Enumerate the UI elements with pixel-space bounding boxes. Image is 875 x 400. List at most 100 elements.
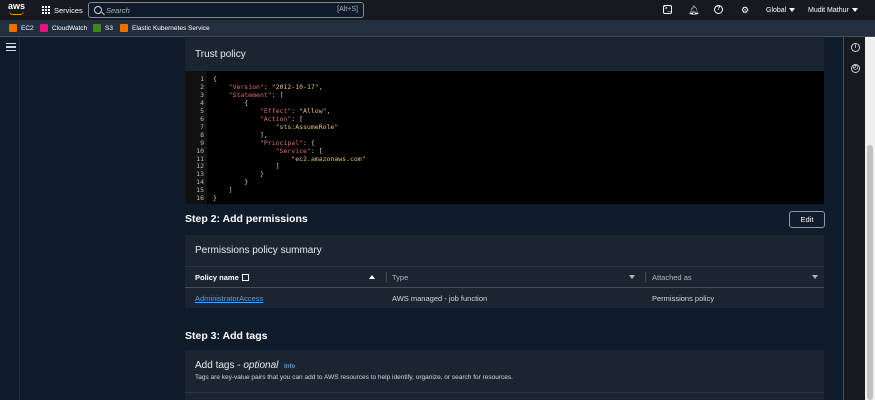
- favorite-label: Elastic Kubernetes Service: [132, 24, 210, 32]
- settings-gear-icon[interactable]: ⚙︎: [740, 5, 750, 15]
- add-tags-description: Tags are key-value pairs that you can ad…: [195, 374, 513, 381]
- external-link-icon: [241, 273, 249, 281]
- line-number: 15: [196, 186, 204, 195]
- line-number: 7: [200, 122, 204, 131]
- left-rail: [0, 37, 20, 400]
- column-label: Attached as: [652, 272, 692, 282]
- favorite-label: EC2: [21, 24, 34, 32]
- code-line: 10 "Service": [: [185, 147, 824, 155]
- code-text: ],: [213, 130, 268, 139]
- edit-permissions-button[interactable]: Edit: [789, 211, 825, 228]
- line-number: 6: [200, 114, 204, 123]
- line-number: 9: [200, 138, 204, 147]
- search-box[interactable]: [Alt+S]: [88, 2, 364, 18]
- column-header-attached-as[interactable]: Attached as: [652, 268, 818, 286]
- permissions-summary-title: Permissions policy summary: [195, 245, 322, 256]
- history-clock-icon[interactable]: ◴: [851, 64, 860, 73]
- code-text: }: [213, 178, 249, 187]
- code-line: 14 }: [185, 178, 824, 186]
- column-header-type[interactable]: Type: [392, 268, 635, 286]
- favorite-s3[interactable]: S3: [93, 24, 113, 32]
- line-number: 10: [196, 146, 204, 155]
- notifications-bell-icon[interactable]: 🔔︎: [688, 5, 699, 15]
- sort-ascending-icon: [369, 275, 375, 279]
- code-line: 16}: [185, 194, 824, 202]
- code-text: ]: [213, 186, 233, 195]
- aws-logo[interactable]: aws: [8, 2, 28, 18]
- user-name: Mudit Mathur: [808, 6, 849, 14]
- line-number: 16: [196, 194, 204, 203]
- code-text: "Principal": {: [259, 138, 315, 147]
- eks-service-icon: [120, 24, 128, 32]
- line-number: 14: [196, 178, 204, 187]
- info-panel-icon[interactable]: i: [851, 43, 860, 52]
- menu-hamburger-icon[interactable]: [6, 43, 16, 51]
- divider: [185, 287, 824, 288]
- sort-icon: [629, 275, 635, 279]
- aws-logo-text: aws: [8, 1, 26, 11]
- info-link[interactable]: Info: [284, 364, 295, 370]
- line-number: 4: [200, 98, 204, 107]
- line-number: 11: [196, 154, 204, 163]
- code-text: "Service": [: [275, 146, 323, 155]
- cloudwatch-service-icon: [40, 24, 48, 32]
- top-navigation: aws Services [Alt+S] >_ 🔔︎ ? ⚙︎ Global M…: [0, 0, 875, 20]
- trust-policy-title: Trust policy: [195, 49, 246, 60]
- column-label: Type: [392, 272, 409, 282]
- attached-as-cell: Permissions policy: [652, 293, 715, 303]
- code-line: 13 }: [185, 170, 824, 178]
- code-text: {: [213, 75, 217, 83]
- line-number: 13: [196, 170, 204, 179]
- line-number: 12: [196, 162, 204, 171]
- page-scrollbar[interactable]: [865, 37, 875, 400]
- trust-policy-header: Trust policy: [185, 38, 824, 71]
- code-text: }: [213, 170, 264, 179]
- code-text: "Version": "2012-10-17",: [228, 82, 323, 91]
- line-number: 3: [200, 90, 204, 99]
- chevron-down-icon: [851, 8, 858, 12]
- cloudshell-icon[interactable]: >_: [663, 5, 672, 14]
- search-shortcut-hint: [Alt+S]: [337, 6, 358, 13]
- add-tags-title-text: Add tags -: [195, 360, 244, 371]
- policy-name-link[interactable]: AdministratorAccess: [195, 294, 263, 303]
- line-number: 2: [200, 82, 204, 91]
- code-text: ]: [213, 162, 280, 171]
- code-line: 3 "Statement": [: [185, 91, 824, 99]
- code-text: }: [213, 194, 217, 203]
- right-utility-rail: i ◴: [843, 37, 865, 400]
- code-line: 8 ],: [185, 131, 824, 139]
- code-text: "Action": [: [259, 114, 304, 123]
- favorite-eks[interactable]: Elastic Kubernetes Service: [120, 24, 210, 32]
- account-menu[interactable]: Mudit Mathur: [808, 0, 858, 20]
- help-icon[interactable]: ?: [714, 5, 723, 14]
- code-text: {: [213, 98, 249, 107]
- favorite-label: CloudWatch: [52, 24, 88, 32]
- search-icon: [94, 6, 102, 14]
- trust-policy-code-editor[interactable]: 1{2 "Version": "2012-10-17", 3 "Statement…: [185, 71, 824, 204]
- search-input[interactable]: [106, 5, 326, 16]
- policy-type-cell: AWS managed - job function: [392, 293, 488, 303]
- ec2-service-icon: [9, 24, 17, 32]
- column-label: Policy name: [195, 272, 239, 282]
- code-line: 12 ]: [185, 162, 824, 170]
- column-header-policy-name[interactable]: Policy name: [195, 268, 380, 286]
- s3-service-icon: [93, 24, 101, 32]
- code-line: 4 {: [185, 99, 824, 107]
- favorite-cloudwatch[interactable]: CloudWatch: [40, 24, 87, 32]
- favorite-ec2[interactable]: EC2: [9, 24, 34, 32]
- scrollbar-thumb[interactable]: [867, 145, 873, 400]
- code-text: "Statement": [: [228, 90, 284, 99]
- favorite-label: S3: [105, 24, 113, 32]
- optional-label: optional: [243, 360, 279, 371]
- code-line: 9 "Principal": {: [185, 139, 824, 147]
- region-selector[interactable]: Global: [766, 0, 796, 20]
- divider: [185, 266, 824, 267]
- code-line: 2 "Version": "2012-10-17",: [185, 83, 824, 91]
- line-number: 8: [200, 130, 204, 139]
- favorites-bar: EC2 CloudWatch S3 Elastic Kubernetes Ser…: [0, 20, 875, 37]
- aws-smile-icon: [9, 11, 24, 15]
- services-label: Services: [54, 5, 83, 15]
- region-label: Global: [766, 6, 787, 14]
- services-menu-button[interactable]: Services: [42, 0, 83, 20]
- code-text: "sts:AssumeRole": [275, 122, 339, 131]
